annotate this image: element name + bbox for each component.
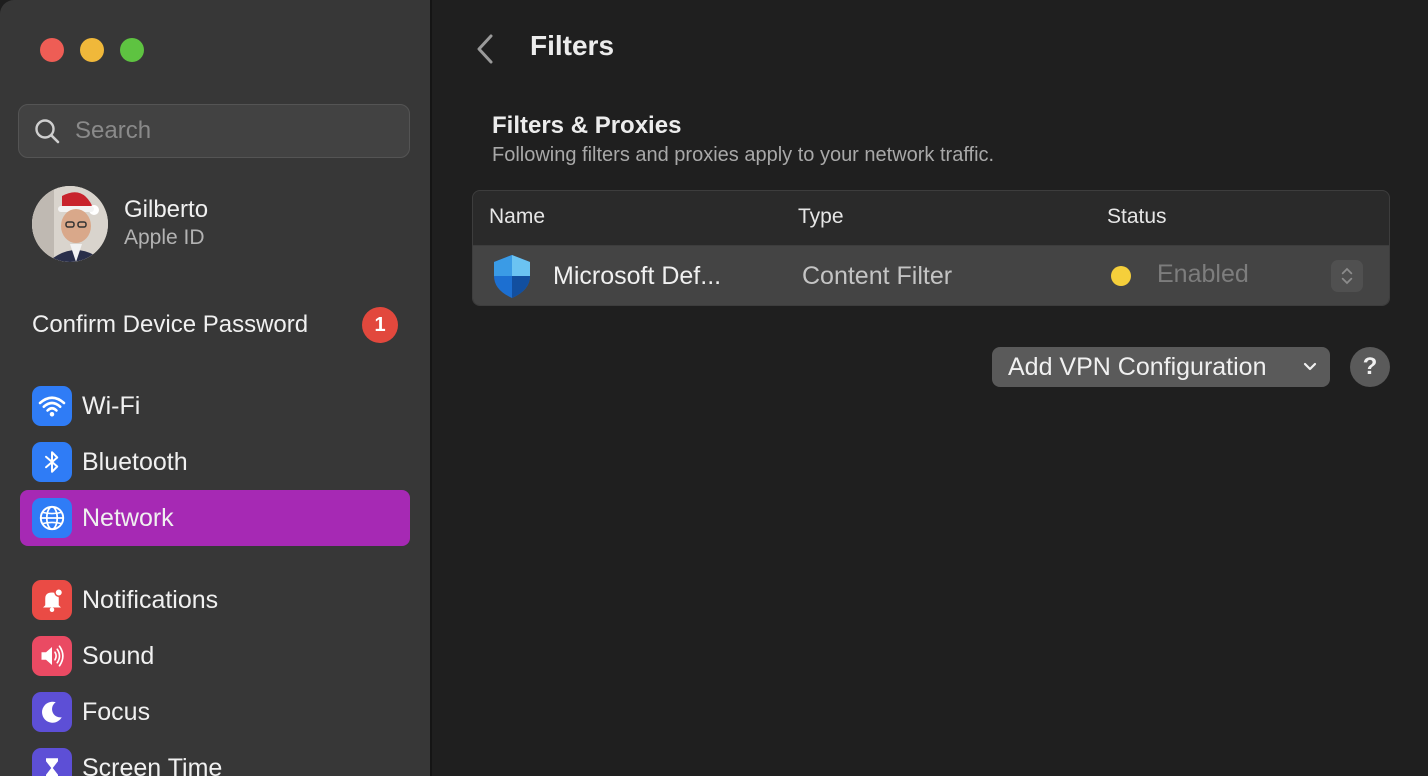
profile-subtitle: Apple ID [124,226,205,249]
wifi-icon [32,386,72,426]
apple-id-profile[interactable]: Gilberto Apple ID [32,186,208,262]
column-header-type[interactable]: Type [798,205,844,229]
sidebar-item-label: Screen Time [82,753,223,776]
speaker-icon [32,636,72,676]
sidebar-item-screen-time[interactable]: Screen Time [20,740,410,776]
sidebar-item-wifi[interactable]: Wi-Fi [20,378,410,434]
profile-name: Gilberto [124,196,209,223]
table-header: Name Type Status [473,191,1389,246]
confirm-label: Confirm Device Password [32,311,309,338]
sidebar-item-notifications[interactable]: Notifications [20,572,410,628]
main-panel: Filters Filters & Proxies Following filt… [432,0,1428,776]
page-title: Filters [530,30,615,61]
filters-table: Name Type Status Microsoft Def... Conten… [472,190,1390,306]
notification-badge: 1 [362,307,398,343]
sidebar-item-label: Network [82,503,174,532]
microsoft-defender-shield-icon [494,255,530,298]
sidebar-item-label: Sound [82,641,155,670]
filter-status[interactable]: Enabled [1157,260,1249,289]
sidebar-item-label: Notifications [82,585,219,614]
filter-type: Content Filter [802,262,953,290]
search-input[interactable] [73,116,377,146]
help-button[interactable]: ? [1350,347,1390,387]
section-title: Filters & Proxies [492,112,682,139]
close-button[interactable] [40,38,64,62]
sidebar-item-bluetooth[interactable]: Bluetooth [20,434,410,490]
add-vpn-configuration-button[interactable]: Add VPN Configuration [992,347,1330,387]
status-indicator [1111,266,1131,286]
table-row[interactable]: Microsoft Def... Content Filter Enabled [473,246,1389,305]
chevron-down-icon [1303,362,1317,371]
confirm-device-password[interactable]: Confirm Device Password 1 [32,306,398,344]
avatar [32,186,108,262]
filter-name: Microsoft Def... [553,262,722,290]
globe-icon [32,498,72,538]
bluetooth-icon [32,442,72,482]
chevron-up-down-icon [1341,267,1353,285]
column-header-status[interactable]: Status [1107,205,1167,229]
column-header-name[interactable]: Name [489,205,545,229]
bell-icon [32,580,72,620]
back-chevron-icon[interactable] [472,30,498,68]
sidebar-item-label: Bluetooth [82,447,188,476]
status-stepper[interactable] [1331,260,1363,292]
moon-icon [32,692,72,732]
settings-window: Gilberto Apple ID Confirm Device Passwor… [0,0,1428,776]
sidebar-item-sound[interactable]: Sound [20,628,410,684]
sidebar-item-network[interactable]: Network [20,490,410,546]
minimize-button[interactable] [80,38,104,62]
search-icon [35,119,60,144]
zoom-button[interactable] [120,38,144,62]
section-description: Following filters and proxies apply to y… [492,144,995,166]
sidebar-item-label: Wi-Fi [82,391,141,420]
window-controls [40,38,144,62]
search-field[interactable] [18,104,410,158]
add-vpn-label: Add VPN Configuration [1008,352,1267,381]
hourglass-icon [32,748,72,776]
sidebar-item-label: Focus [82,697,151,726]
sidebar: Gilberto Apple ID Confirm Device Passwor… [0,0,432,776]
sidebar-item-focus[interactable]: Focus [20,684,410,740]
